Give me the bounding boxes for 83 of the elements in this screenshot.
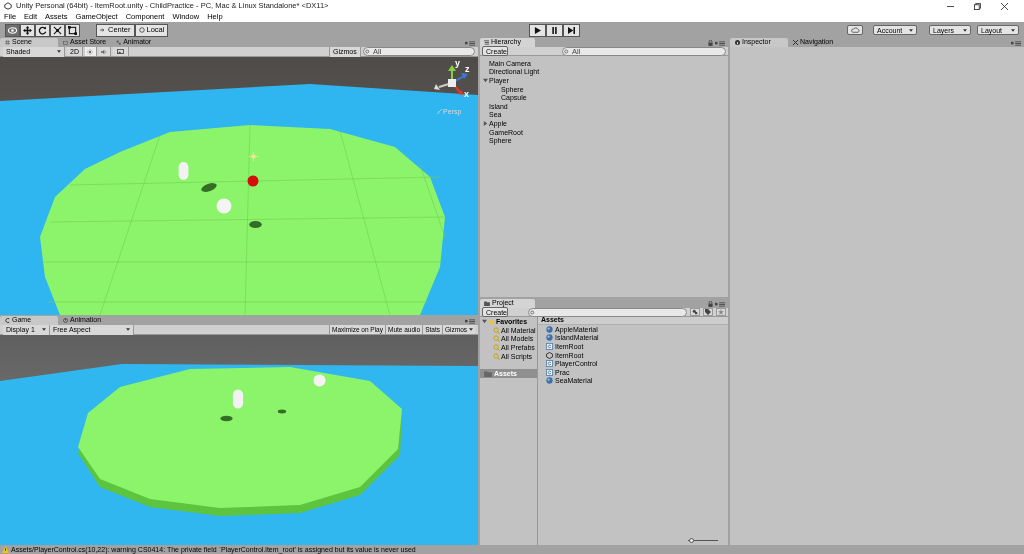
audio-toggle[interactable] xyxy=(98,47,111,56)
space-icon xyxy=(138,27,145,33)
warning-icon xyxy=(2,546,9,553)
move-tool-button[interactable] xyxy=(20,23,35,37)
tab-icon xyxy=(116,40,122,45)
sphere-drawing xyxy=(216,198,232,214)
pause-icon xyxy=(551,26,559,34)
perspective-icon xyxy=(437,109,442,114)
pivot-icon xyxy=(100,27,106,33)
search-icon xyxy=(365,49,371,54)
search-field[interactable] xyxy=(528,307,688,317)
hand-icon xyxy=(8,25,17,35)
hand-tool-button[interactable] xyxy=(5,23,20,37)
star-icon xyxy=(718,309,724,315)
tab-icon xyxy=(793,40,798,45)
effects-dropdown[interactable] xyxy=(112,47,129,56)
shadow-drawing xyxy=(248,220,263,229)
capsule-drawing xyxy=(177,160,190,182)
shapes-icon xyxy=(692,309,699,315)
pause-button[interactable] xyxy=(546,23,564,37)
close-icon[interactable] xyxy=(1001,2,1008,10)
rect-icon xyxy=(68,25,77,35)
caret-icon xyxy=(57,50,61,53)
restore-icon[interactable] xyxy=(974,2,981,10)
list-icon xyxy=(484,40,489,45)
play-icon xyxy=(534,26,542,34)
sun-icon xyxy=(87,48,94,55)
rect-tool-button[interactable] xyxy=(65,23,80,37)
search-icon xyxy=(564,48,570,54)
caret-icon xyxy=(469,328,473,331)
material-icon xyxy=(546,377,553,385)
shadow-drawing xyxy=(277,409,287,414)
panel-menu-icon[interactable] xyxy=(1011,41,1021,46)
step-icon xyxy=(568,26,576,34)
panel-menu-icon[interactable] xyxy=(465,41,475,46)
scale-icon xyxy=(53,25,62,35)
step-button[interactable] xyxy=(563,23,581,37)
script-icon xyxy=(546,343,553,350)
axis-label: y xyxy=(455,59,460,68)
tab-icon xyxy=(735,40,740,45)
caret-icon xyxy=(126,328,130,331)
star-icon xyxy=(488,318,495,325)
panel-menu-icon[interactable] xyxy=(715,301,725,307)
icon-size-slider[interactable] xyxy=(688,538,718,543)
caret-icon xyxy=(963,28,967,32)
tab-icon xyxy=(5,40,10,45)
scale-tool-button[interactable] xyxy=(50,23,65,37)
speaker-icon xyxy=(101,48,108,55)
filter-type-button[interactable] xyxy=(690,308,701,316)
move-icon xyxy=(23,25,32,35)
play-button[interactable] xyxy=(529,23,547,37)
search-icon xyxy=(530,309,536,315)
shadow-drawing xyxy=(200,183,218,192)
tab-icon xyxy=(63,318,68,323)
axis-label: z xyxy=(465,65,470,74)
capsule-drawing xyxy=(232,388,244,410)
caret-icon xyxy=(1011,28,1015,32)
image-icon xyxy=(116,49,124,54)
shadow-drawing xyxy=(219,415,234,422)
folder-icon xyxy=(484,370,492,377)
lighting-toggle[interactable] xyxy=(84,47,97,56)
apple-ball-drawing xyxy=(247,175,259,187)
rotate-icon xyxy=(38,25,47,35)
collapsed-arrow-icon[interactable] xyxy=(483,120,488,126)
lock-icon[interactable] xyxy=(708,40,713,46)
app-logo-icon xyxy=(4,2,12,10)
slider-thumb[interactable] xyxy=(688,538,694,543)
scene-icon xyxy=(546,351,553,359)
caret-icon xyxy=(42,328,46,331)
panel-menu-icon[interactable] xyxy=(715,40,725,46)
sphere-drawing xyxy=(313,374,326,387)
tab-icon xyxy=(63,40,68,45)
panel-menu-icon[interactable] xyxy=(465,319,475,324)
axis-label: x xyxy=(464,90,469,99)
expanded-arrow-icon[interactable] xyxy=(482,319,487,324)
cloud-icon xyxy=(850,27,860,33)
rotate-tool-button[interactable] xyxy=(35,23,50,37)
light-icon xyxy=(249,152,258,161)
lock-icon[interactable] xyxy=(708,301,713,307)
caret-icon xyxy=(909,28,913,32)
expanded-arrow-icon[interactable] xyxy=(483,78,488,83)
tab-icon xyxy=(5,318,10,323)
cloud-button[interactable] xyxy=(847,25,863,35)
